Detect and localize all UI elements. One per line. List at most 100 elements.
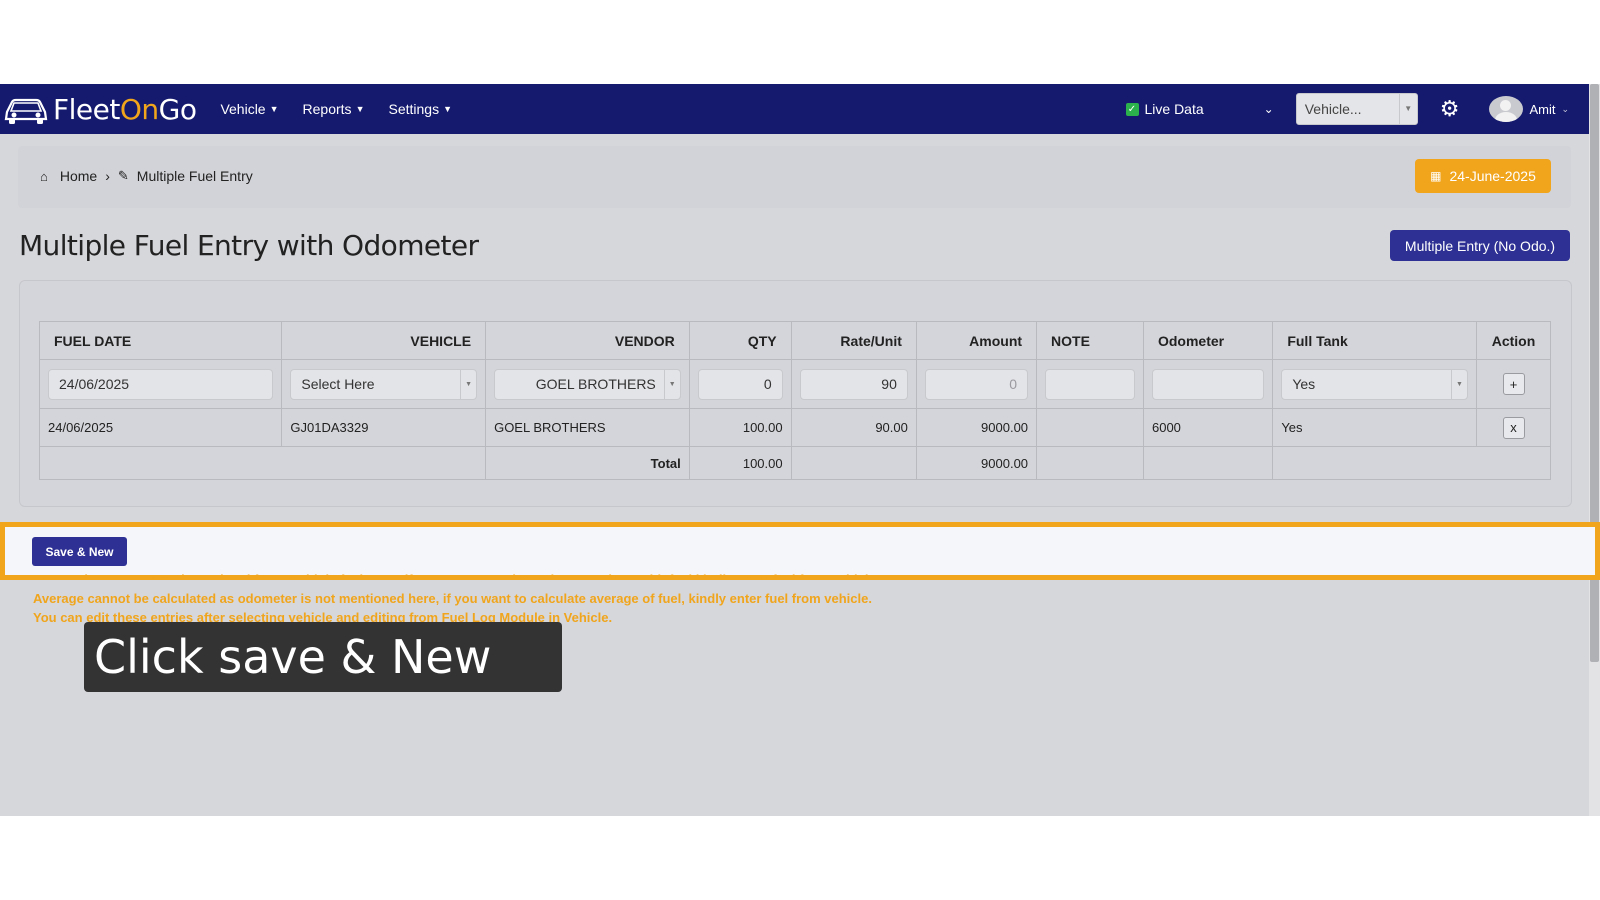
col-header-qty: QTY: [688, 321, 792, 360]
breadcrumb-current: Multiple Fuel Entry: [136, 168, 253, 184]
total-amount: 9000.00: [915, 446, 1038, 480]
col-header-odometer: Odometer: [1142, 321, 1274, 360]
breadcrumb-home[interactable]: Home: [60, 168, 97, 184]
brand-name: FleetOnGo: [53, 92, 197, 126]
col-header-fuel-date: FUEL DATE: [38, 321, 283, 360]
col-header-vendor: VENDOR: [485, 321, 690, 360]
total-empty-end: [1272, 446, 1551, 480]
odometer-input[interactable]: [1151, 368, 1265, 400]
amount-cell: 0: [915, 359, 1038, 409]
row-rate: 90.00: [790, 408, 917, 447]
nav-settings[interactable]: Settings ▼: [388, 101, 452, 117]
row-odometer: 6000: [1142, 408, 1274, 447]
home-icon: ⌂: [40, 168, 48, 184]
note-cell: [1036, 359, 1144, 409]
qty-input[interactable]: 0: [697, 368, 783, 400]
rate-input[interactable]: 90: [799, 368, 908, 400]
full-tank-value: Yes: [1292, 376, 1316, 392]
full-tank-cell: Yes ▼: [1272, 359, 1478, 409]
col-header-note: NOTE: [1036, 321, 1144, 360]
col-header-rate: Rate/Unit: [790, 321, 917, 360]
breadcrumb-bar: ⌂ Home › ✎ Multiple Fuel Entry ▦ 24-June…: [18, 146, 1571, 208]
vehicle-cell: Select Here ▼: [281, 359, 487, 409]
row-action-cell: x: [1476, 408, 1551, 447]
dropdown-arrow-icon: ▼: [1451, 369, 1467, 399]
table-row: 24/06/2025 GJ01DA3329 GOEL BROTHERS 100.…: [38, 408, 1551, 447]
row-qty: 100.00: [688, 408, 792, 447]
row-full-tank: Yes: [1272, 408, 1478, 447]
fuel-entry-table: FUEL DATE VEHICLE VENDOR QTY Rate/Unit A…: [38, 321, 1551, 480]
dropdown-arrow-icon: ▼: [1398, 94, 1417, 124]
amount-value: 0: [1009, 376, 1018, 392]
total-empty-odometer: [1142, 446, 1274, 480]
live-data-chevron-icon[interactable]: ⌄: [1264, 102, 1274, 116]
dropdown-arrow-icon: ▼: [460, 369, 476, 399]
note-average: Average cannot be calculated as odometer…: [33, 591, 872, 606]
qty-cell: 0: [688, 359, 792, 409]
app-frame: FleetOnGo Vehicle ▼ Reports ▼ Settings ▼ ✓ …: [0, 84, 1600, 816]
total-empty-rate: [790, 446, 917, 480]
nav-vehicle-label: Vehicle: [220, 101, 266, 117]
rate-cell: 90: [790, 359, 917, 409]
vehicle-select[interactable]: Vehicle... ▼: [1295, 93, 1418, 125]
rate-value: 90: [881, 376, 897, 392]
total-label: Total: [485, 446, 690, 480]
add-row-button[interactable]: +: [1502, 373, 1525, 395]
save-and-new-button[interactable]: Save & New: [32, 537, 127, 566]
col-header-amount: Amount: [915, 321, 1038, 360]
gear-icon[interactable]: ⚙: [1440, 96, 1460, 122]
table-header-row: FUEL DATE VEHICLE VENDOR QTY Rate/Unit A…: [38, 321, 1551, 360]
row-amount: 9000.00: [915, 408, 1038, 447]
row-vendor: GOEL BROTHERS: [485, 408, 690, 447]
input-row: 24/06/2025 Select Here ▼ GOEL BROTHERS ▼ 0…: [38, 359, 1551, 409]
col-header-full-tank: Full Tank: [1272, 321, 1478, 360]
chevron-down-icon: ▼: [443, 104, 452, 114]
note-input[interactable]: [1045, 368, 1135, 400]
multiple-entry-no-odo-button[interactable]: Multiple Entry (No Odo.): [1390, 230, 1570, 261]
date-button[interactable]: ▦ 24-June-2025: [1415, 159, 1551, 193]
user-menu[interactable]: Amit ⌄: [1489, 96, 1569, 122]
nav-vehicle[interactable]: Vehicle ▼: [220, 101, 278, 117]
live-data-label: Live Data: [1144, 101, 1204, 117]
navbar-right: ✓ Live Data ⌄ Vehicle... ▼ ⚙ Amit ⌄: [1125, 84, 1590, 134]
breadcrumb-separator: ›: [105, 168, 110, 184]
vendor-cell: GOEL BROTHERS ▼: [485, 359, 690, 409]
avatar-icon: [1489, 96, 1524, 122]
total-empty-cell: [38, 446, 487, 480]
vehicle-select-input[interactable]: Select Here ▼: [290, 368, 478, 400]
breadcrumb: ⌂ Home › ✎ Multiple Fuel Entry: [40, 168, 253, 184]
total-empty-note: [1036, 446, 1144, 480]
instruction-tooltip: Click save & New: [84, 622, 562, 692]
dropdown-arrow-icon: ▼: [663, 369, 680, 399]
total-row: Total 100.00 9000.00: [38, 446, 1551, 480]
col-header-vehicle: VEHICLE: [281, 321, 487, 360]
col-header-action: Action: [1476, 321, 1551, 360]
fuel-date-value: 24/06/2025: [59, 376, 130, 392]
user-name: Amit: [1529, 101, 1556, 117]
fuel-date-input[interactable]: 24/06/2025: [48, 368, 274, 400]
total-qty: 100.00: [688, 446, 792, 480]
calendar-icon: ▦: [1430, 169, 1442, 183]
vehicle-select-placeholder: Vehicle...: [1304, 101, 1362, 117]
amount-input[interactable]: 0: [924, 368, 1029, 400]
chevron-down-icon: ▼: [355, 104, 365, 114]
vendor-select-input[interactable]: GOEL BROTHERS ▼: [494, 368, 681, 400]
row-fuel-date: 24/06/2025: [38, 408, 283, 447]
nav-reports[interactable]: Reports ▼: [303, 101, 365, 117]
remove-row-button[interactable]: x: [1502, 416, 1525, 439]
page-title: Multiple Fuel Entry with Odometer: [19, 229, 479, 262]
page-scrollbar[interactable]: [1589, 84, 1600, 816]
nav-reports-label: Reports: [302, 101, 352, 117]
full-tank-select[interactable]: Yes ▼: [1281, 368, 1469, 400]
chevron-down-icon: ⌄: [1561, 103, 1569, 114]
car-logo-icon: [4, 98, 48, 124]
top-navbar: FleetOnGo Vehicle ▼ Reports ▼ Settings ▼ ✓ …: [0, 84, 1589, 134]
fuel-date-cell: 24/06/2025: [38, 359, 283, 409]
brand-logo[interactable]: FleetOnGo: [3, 92, 197, 126]
edit-icon: ✎: [117, 168, 129, 183]
date-label: 24-June-2025: [1449, 168, 1536, 184]
vendor-select-value: GOEL BROTHERS: [535, 376, 656, 392]
qty-value: 0: [763, 376, 772, 392]
live-data-toggle[interactable]: ✓ Live Data: [1125, 101, 1204, 117]
check-icon: ✓: [1125, 102, 1139, 116]
